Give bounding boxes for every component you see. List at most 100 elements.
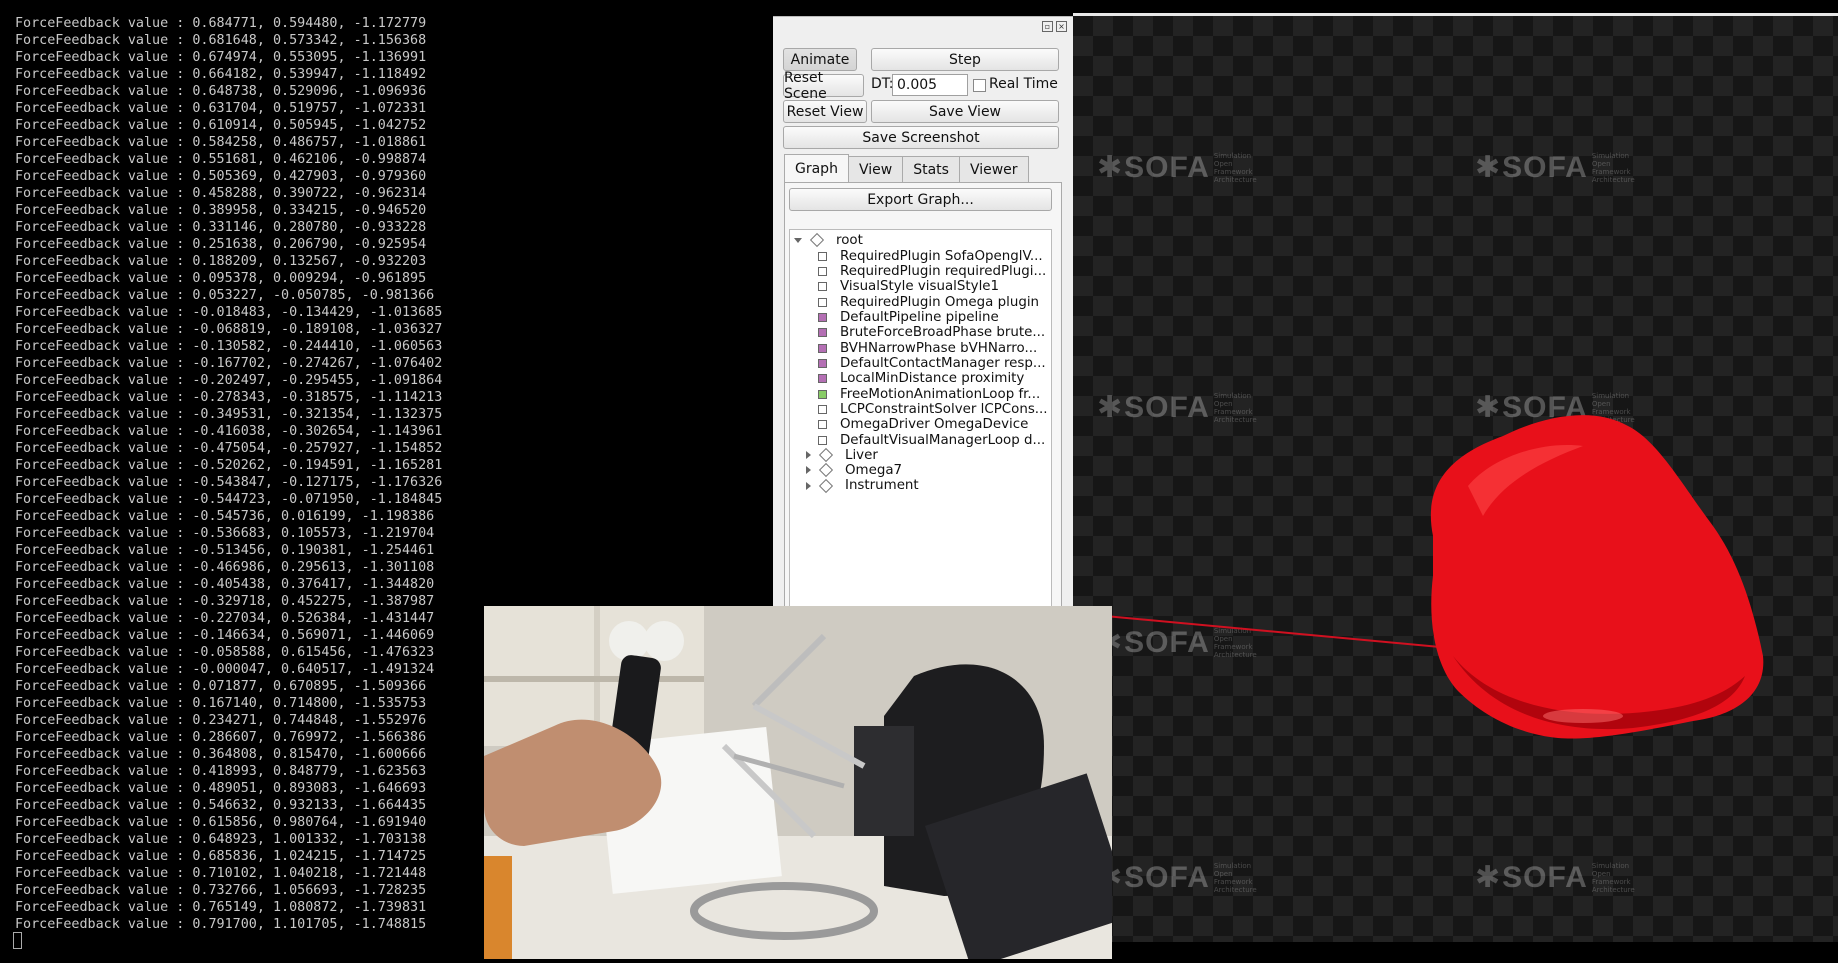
tab-graph[interactable]: Graph [784,154,849,182]
terminal-line: ForceFeedback value : 0.765149, 1.080872… [15,900,427,915]
component-icon [818,297,827,307]
terminal-line: ForceFeedback value : 0.674974, 0.553095… [15,50,427,65]
export-graph-button[interactable]: Export Graph... [789,188,1052,211]
tree-component-label: RequiredPlugin Omega plugin [840,294,1040,310]
terminal-line: ForceFeedback value : 0.458288, 0.390722… [15,186,427,201]
terminal-line: ForceFeedback value : 0.095378, 0.009294… [15,271,427,286]
tree-component-label: DefaultContactManager resp... [840,355,1046,371]
tree-node-instrument[interactable]: Instrument [806,477,919,495]
liver-specular [1543,709,1623,723]
terminal-line: ForceFeedback value : -0.130582, -0.2444… [15,339,443,354]
terminal-line: ForceFeedback value : -0.329718, 0.45227… [15,594,435,609]
tree-component-label: BruteForceBroadPhase brute... [840,325,1046,341]
terminal-line: ForceFeedback value : 0.071877, 0.670895… [15,679,427,694]
terminal-line: ForceFeedback value : 0.648738, 0.529096… [15,84,427,99]
terminal-line: ForceFeedback value : 0.286607, 0.769972… [15,730,427,745]
component-icon [818,358,827,368]
node-icon [818,478,834,493]
panel-title-buttons: ▫ × [1042,21,1067,32]
terminal-line: ForceFeedback value : -0.146634, 0.56907… [15,628,435,643]
scene-graph-tree[interactable]: root RequiredPlugin SofaOpenglV... Requir… [789,229,1052,607]
sofa-control-panel: ▫ × Animate Step Reset Scene DT: 0.005 R… [773,16,1073,607]
terminal-line: ForceFeedback value : -0.349531, -0.3213… [15,407,443,422]
terminal-line: ForceFeedback value : 0.364808, 0.815470… [15,747,427,762]
tree-node-label: root [836,232,863,248]
terminal-line: ForceFeedback value : -0.543847, -0.1271… [15,475,443,490]
terminal-line: ForceFeedback value : -0.000047, 0.64051… [15,662,435,677]
expand-arrow-icon[interactable] [806,481,811,490]
component-icon [818,374,827,384]
tree-component-label: LCPConstraintSolver lCPCons... [840,402,1048,417]
terminal-line: ForceFeedback value : 0.610914, 0.505945… [15,118,427,133]
tree-component-label: BVHNarrowPhase bVHNarro... [840,340,1038,356]
terminal-output: ForceFeedback value : 0.684771, 0.594480… [15,15,442,933]
reset-scene-button[interactable]: Reset Scene [783,70,864,102]
terminal-line: ForceFeedback value : 0.331146, 0.280780… [15,220,427,235]
tree-node-label: Liver [845,447,878,463]
animate-button[interactable]: Animate [783,48,857,71]
terminal-line: ForceFeedback value : -0.513456, 0.19038… [15,543,435,558]
terminal-line: ForceFeedback value : 0.791700, 1.101705… [15,917,427,932]
device-front [854,726,914,836]
spool-2 [644,621,684,661]
terminal-line: ForceFeedback value : 0.053227, -0.05078… [15,288,435,303]
shelf-board [484,676,704,682]
step-button[interactable]: Step [871,48,1059,71]
terminal-line: ForceFeedback value : -0.167702, -0.2742… [15,356,443,371]
terminal-line: ForceFeedback value : -0.520262, -0.1945… [15,458,443,473]
terminal-line: ForceFeedback value : -0.536683, 0.10557… [15,526,435,541]
instrument-line [1073,612,1441,648]
real-time-checkbox[interactable] [973,79,986,92]
terminal-line: ForceFeedback value : 0.389958, 0.334215… [15,203,427,218]
terminal-line: ForceFeedback value : 0.167140, 0.714800… [15,696,427,711]
dt-input[interactable]: 0.005 [892,74,968,96]
tab-viewer[interactable]: Viewer [958,156,1029,182]
expand-arrow-icon[interactable] [806,451,811,459]
component-icon [818,420,827,430]
terminal-line: ForceFeedback value : -0.475054, -0.2579… [15,441,443,456]
terminal-line: ForceFeedback value : -0.416038, -0.3026… [15,424,443,439]
tree-component-label: RequiredPlugin SofaOpenglV... [840,248,1043,264]
terminal-line: ForceFeedback value : 0.631704, 0.519757… [15,101,427,116]
component-icon [818,251,827,261]
component-icon [818,282,827,292]
spool-1 [609,621,649,661]
save-screenshot-button[interactable]: Save Screenshot [783,126,1059,149]
tab-view[interactable]: View [847,156,904,182]
node-icon [809,232,825,248]
terminal-line: ForceFeedback value : -0.018483, -0.1344… [15,305,443,320]
terminal-cursor [13,932,22,949]
tab-stats[interactable]: Stats [902,156,960,182]
3d-viewer[interactable]: ✱ SOFA Simulation Open Framework Architect… [1073,16,1838,942]
component-icon [818,312,827,322]
component-icon [818,266,827,276]
float-icon[interactable]: ▫ [1042,21,1053,32]
component-icon [818,328,827,338]
expand-arrow-icon[interactable] [794,237,802,243]
expand-arrow-icon[interactable] [806,466,811,475]
save-view-button[interactable]: Save View [871,100,1059,123]
terminal-line: ForceFeedback value : 0.251638, 0.206790… [15,237,427,252]
terminal-line: ForceFeedback value : 0.648923, 1.001332… [15,832,427,847]
terminal-line: ForceFeedback value : 0.234271, 0.744848… [15,713,427,728]
terminal-line: ForceFeedback value : -0.544723, -0.0719… [15,492,443,507]
haptic-device-camera-view [484,606,1112,959]
close-icon[interactable]: × [1056,21,1067,32]
terminal-line: ForceFeedback value : 0.418993, 0.848779… [15,764,427,779]
tree-component-label: DefaultPipeline pipeline [840,309,999,325]
tree-component-label: OmegaDriver OmegaDevice [840,417,1029,433]
tree-node-label: Omega7 [845,462,903,478]
terminal-line: ForceFeedback value : 0.684771, 0.594480… [15,16,427,31]
tab-bar: Graph View Stats Viewer [784,154,1029,182]
liver-mesh [1430,415,1764,739]
terminal-line: ForceFeedback value : 0.664182, 0.539947… [15,67,427,82]
terminal-line: ForceFeedback value : -0.545736, 0.01619… [15,509,435,524]
reset-view-button[interactable]: Reset View [783,100,867,123]
terminal-line: ForceFeedback value : 0.546632, 0.932133… [15,798,427,813]
real-time-label: Real Time [989,76,1058,92]
node-icon [818,463,834,478]
terminal-line: ForceFeedback value : 0.710102, 1.040218… [15,866,427,881]
terminal-line: ForceFeedback value : 0.489051, 0.893083… [15,781,427,796]
terminal-line: ForceFeedback value : -0.227034, 0.52638… [15,611,435,626]
terminal-line: ForceFeedback value : -0.466986, 0.29561… [15,560,435,575]
